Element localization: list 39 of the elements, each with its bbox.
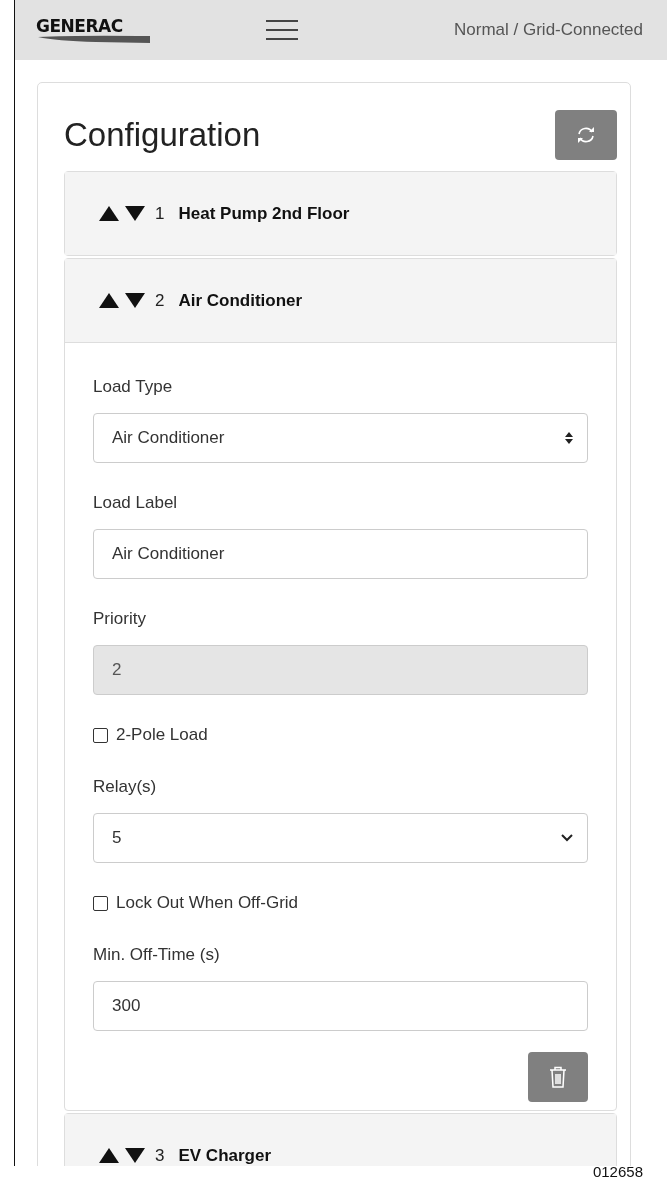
input-field[interactable]: Air Conditioner (93, 529, 588, 579)
load-header[interactable]: 3 EV Charger (65, 1114, 616, 1166)
checkbox-label: Lock Out When Off-Grid (116, 892, 299, 914)
move-down-icon[interactable] (125, 293, 145, 308)
status-text: Normal / Grid-Connected (454, 20, 643, 40)
brand-logo: GENERAC (36, 17, 152, 43)
load-name: Heat Pump 2nd Floor (178, 204, 350, 223)
load-name: EV Charger (178, 1146, 272, 1165)
select-field[interactable]: Air Conditioner (93, 413, 588, 463)
checkbox[interactable] (93, 895, 108, 911)
move-up-icon[interactable] (99, 1148, 119, 1163)
field-label: Min. Off-Time (s) (93, 944, 221, 966)
field-label: Relay(s) (93, 776, 158, 798)
field-label: Priority (93, 608, 147, 630)
checkbox-label: 2-Pole Load (116, 724, 208, 746)
menu-icon[interactable] (266, 20, 298, 40)
chevron-down-icon (561, 834, 573, 842)
refresh-icon (576, 126, 596, 144)
select-field[interactable]: 5 (93, 813, 588, 863)
page-title: Configuration (64, 116, 261, 154)
load-name: Air Conditioner (178, 291, 303, 310)
refresh-button[interactable] (555, 110, 617, 160)
sort-arrows-icon (565, 432, 573, 444)
figure-number: 012658 (592, 1163, 643, 1177)
load-header[interactable]: 1 Heat Pump 2nd Floor (65, 172, 616, 255)
checkbox[interactable] (93, 727, 108, 743)
load-header[interactable]: 2 Air Conditioner (65, 259, 616, 343)
move-up-icon[interactable] (99, 206, 119, 221)
field-label: Load Label (93, 492, 179, 514)
input-field[interactable]: 300 (93, 981, 588, 1031)
move-down-icon[interactable] (125, 206, 145, 221)
delete-button[interactable] (528, 1052, 588, 1102)
move-up-icon[interactable] (99, 293, 119, 308)
load-number: 2 (155, 291, 165, 310)
move-down-icon[interactable] (125, 1148, 145, 1163)
trash-icon (549, 1066, 567, 1088)
load-number: 1 (155, 204, 165, 223)
load-number: 3 (155, 1146, 165, 1165)
field-label: Load Type (93, 376, 174, 398)
